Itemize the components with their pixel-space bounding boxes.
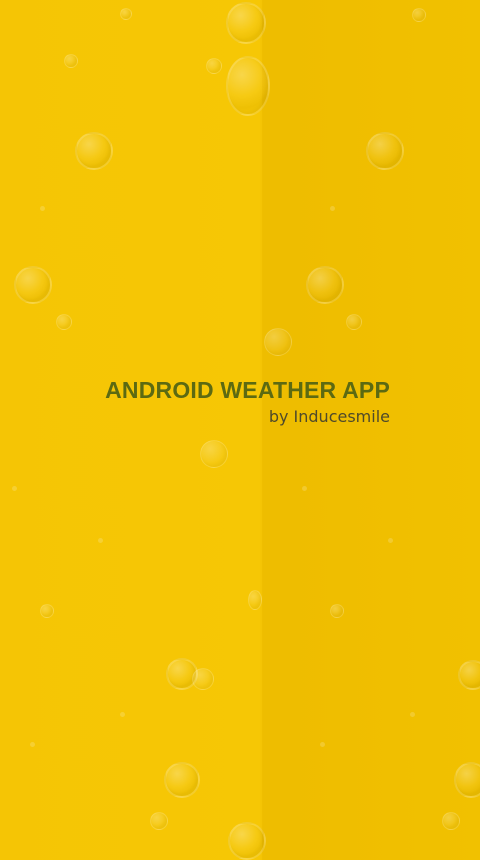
bubble-decoration	[206, 58, 222, 74]
bubble-decoration	[75, 132, 113, 170]
bubble-decoration	[248, 590, 262, 610]
bubble-decoration	[120, 8, 132, 20]
bubble-decoration	[64, 54, 78, 68]
bubble-decoration	[226, 2, 266, 44]
bubble-dot	[40, 206, 45, 211]
bubble-decoration	[40, 604, 54, 618]
bubble-decoration	[306, 266, 344, 304]
bubble-dot	[410, 712, 415, 717]
bubble-decoration	[330, 604, 344, 618]
bubble-dot	[302, 486, 307, 491]
bubble-dot	[98, 538, 103, 543]
app-title: ANDROID WEATHER APP	[105, 377, 390, 403]
app-byline: by Inducesmile	[268, 407, 390, 426]
bubble-decoration	[200, 440, 228, 468]
bubble-decoration	[412, 8, 426, 22]
bubble-decoration	[264, 328, 292, 356]
bubble-decoration	[226, 56, 270, 116]
bubble-decoration	[454, 762, 480, 798]
background-panel-left	[0, 0, 262, 860]
bubble-dot	[320, 742, 325, 747]
bubble-decoration	[458, 660, 480, 690]
splash-screen: ANDROID WEATHER APP by Inducesmile	[0, 0, 480, 860]
background-panel-right	[262, 0, 480, 860]
title-block: ANDROID WEATHER APP by Inducesmile	[105, 376, 390, 428]
bubble-decoration	[366, 132, 404, 170]
bubble-decoration	[228, 822, 266, 860]
bubble-decoration	[150, 812, 168, 830]
bubble-dot	[330, 206, 335, 211]
bubble-decoration	[192, 668, 214, 690]
bubble-decoration	[164, 762, 200, 798]
bubble-decoration	[442, 812, 460, 830]
bubble-dot	[388, 538, 393, 543]
bubble-dot	[12, 486, 17, 491]
bubble-decoration	[56, 314, 72, 330]
bubble-dot	[120, 712, 125, 717]
bubble-decoration	[346, 314, 362, 330]
bubble-decoration	[14, 266, 52, 304]
bubble-dot	[30, 742, 35, 747]
